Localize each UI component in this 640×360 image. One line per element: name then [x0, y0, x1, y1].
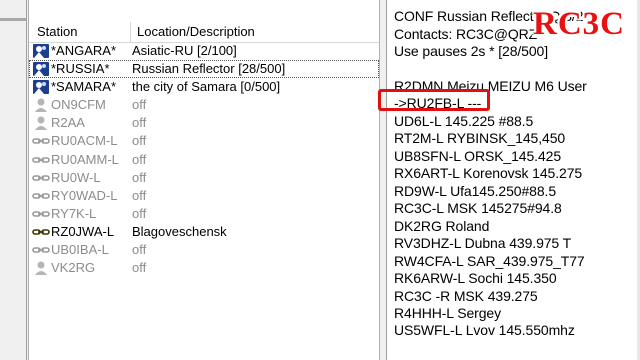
station-row[interactable]: ON9CFM off	[29, 96, 379, 114]
log-line: Use pauses 2s * [28/500]	[394, 43, 549, 59]
log-line: RC3C-L MSK 145275#94.8	[394, 200, 562, 216]
log-line: UB8SFN-L ORSK_145.425	[394, 148, 562, 164]
log-line: DK2RG Roland	[394, 218, 490, 234]
station-callsign: RY0WAD-L	[51, 187, 118, 203]
station-location: the city of Samara [0/500]	[132, 79, 281, 95]
station-location: off	[132, 187, 147, 203]
station-location: off	[132, 133, 147, 149]
station-list-header: Station Location/Description	[29, 22, 379, 43]
column-header-location[interactable]: Location/Description	[137, 24, 255, 39]
station-row[interactable]: RU0AMM-L off	[29, 151, 379, 169]
log-line: RT2M-L RYBINSK_145,450	[394, 130, 566, 146]
log-line: RD9W-L Ufa145.250#88.5	[394, 183, 557, 199]
station-callsign: VK2RG	[51, 260, 96, 276]
station-rows: *ANGARA* Asiatic-RU [2/100] *RUSSIA* Russia…	[29, 42, 379, 277]
link-icon	[32, 224, 50, 240]
station-callsign: R2AA	[51, 115, 85, 131]
station-callsign: *RUSSIA*	[51, 61, 110, 77]
left-panel-bar	[0, 18, 26, 21]
log-line: UD6L-L 145.225 #88.5	[394, 113, 534, 129]
station-callsign: RU0ACM-L	[51, 133, 118, 149]
station-location: off	[132, 205, 147, 221]
user-icon	[32, 97, 50, 113]
station-location: off	[132, 97, 147, 113]
column-separator[interactable]	[130, 22, 131, 42]
station-row[interactable]: *RUSSIA* Russian Reflector [28/500]	[29, 60, 379, 79]
station-location: Russian Reflector [28/500]	[132, 61, 286, 77]
log-line: RC3C -R MSK 439.275	[394, 288, 538, 304]
station-callsign: RZ0JWA-L	[51, 223, 115, 239]
conference-icon	[32, 43, 50, 59]
station-callsign: *SAMARA*	[51, 79, 117, 95]
station-callsign: RU0AMM-L	[51, 151, 119, 167]
station-callsign: ON9CFM	[51, 97, 106, 113]
station-location: off	[132, 115, 147, 131]
conference-icon	[32, 79, 50, 95]
user-icon	[32, 260, 50, 276]
station-row[interactable]: R2AA off	[29, 114, 379, 132]
panel-splitter[interactable]	[380, 0, 385, 360]
station-location: off	[132, 151, 147, 167]
station-row[interactable]: RY7K-L off	[29, 205, 379, 223]
station-row[interactable]: RZ0JWA-L Blagoveschensk	[29, 223, 379, 241]
station-location: Blagoveschensk	[132, 223, 227, 239]
log-line: RV3DHZ-L Dubna 439.975 T	[394, 235, 572, 251]
log-line: RW4CFA-L SAR_439.975_T77	[394, 253, 585, 269]
station-row[interactable]: RU0ACM-L off	[29, 132, 379, 150]
station-callsign: RY7K-L	[51, 205, 97, 221]
link-icon	[32, 188, 50, 204]
log-line: US5WFL-L Lvov 145.550mhz	[394, 322, 575, 338]
log-line: RK6ARW-L Sochi 145.350	[394, 270, 557, 286]
station-list-panel: Station Location/Description *ANGARA* Asi…	[28, 0, 380, 360]
log-line: Contacts: RC3C@QRZ	[394, 26, 538, 42]
link-icon	[32, 152, 50, 168]
station-row[interactable]: RY0WAD-L off	[29, 187, 379, 205]
highlight-annotation	[378, 89, 490, 111]
station-location: off	[132, 260, 147, 276]
station-row[interactable]: *SAMARA* the city of Samara [0/500]	[29, 78, 379, 96]
link-icon	[32, 242, 50, 258]
conference-log-panel[interactable]: CONF Russian Reflector Q 3/2 Contacts: RC…	[386, 0, 640, 360]
station-callsign: UB0IBA-L	[51, 242, 109, 258]
station-callsign: *ANGARA*	[51, 43, 117, 58]
station-location: off	[132, 169, 147, 185]
column-header-station[interactable]: Station	[37, 24, 77, 39]
station-location: Asiatic-RU [2/100]	[132, 43, 237, 58]
station-row[interactable]: VK2RG off	[29, 259, 379, 277]
user-icon	[32, 115, 50, 131]
link-icon	[32, 133, 50, 149]
station-row[interactable]: *ANGARA* Asiatic-RU [2/100]	[29, 42, 379, 60]
station-callsign: RU0W-L	[51, 169, 101, 185]
log-line: R4HHH-L Sergey	[394, 305, 502, 321]
link-icon	[32, 170, 50, 186]
station-row[interactable]: RU0W-L off	[29, 169, 379, 187]
channel-watermark: RC3C	[533, 6, 625, 42]
station-location: off	[132, 242, 147, 258]
link-icon	[32, 206, 50, 222]
conference-icon	[32, 61, 50, 77]
log-line: RX6ART-L Korenovsk 145.275	[394, 165, 583, 181]
station-row[interactable]: UB0IBA-L off	[29, 241, 379, 259]
left-panel-edge	[0, 0, 27, 360]
